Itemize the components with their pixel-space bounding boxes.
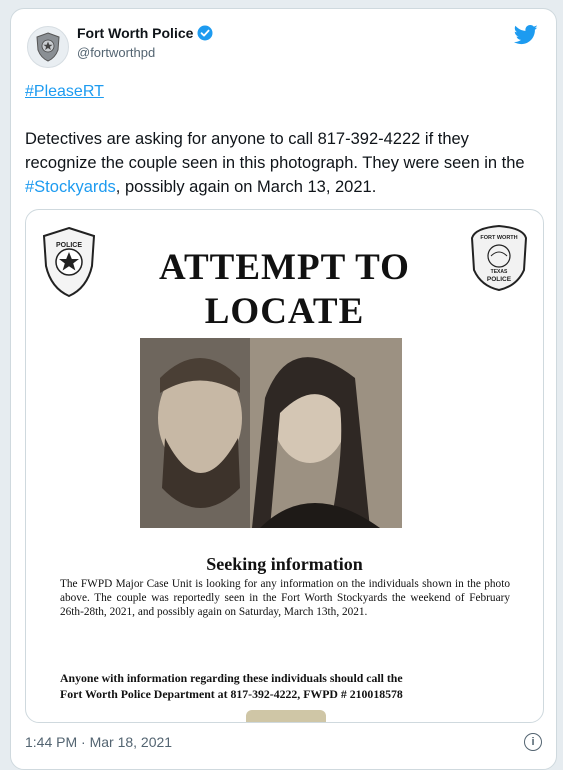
info-icon[interactable]: i [524,733,542,751]
tweet-timestamp[interactable]: 1:44 PM · Mar 18, 2021 [25,734,172,750]
avatar[interactable] [27,26,69,68]
right-badge-top-text: FORT WORTH [480,235,517,241]
hashtag-stockyards-link[interactable]: #Stockyards [25,178,116,196]
poster-paragraph: The FWPD Major Case Unit is looking for … [60,578,510,618]
tweet-text-part1: Detectives are asking for anyone to call… [25,130,525,172]
twitter-bird-icon[interactable] [513,25,538,50]
poster-title-line1: ATTEMPT TO [159,247,410,288]
author-name[interactable]: Fort Worth Police [77,25,213,41]
call-line-1: Anyone with information regarding these … [60,671,403,685]
couple-photo [140,338,402,528]
author-handle[interactable]: @fortworthpd [77,45,155,60]
tweet-text-part2: , possibly again on March 13, 2021. [115,178,377,196]
tweet-card: Fort Worth Police @fortworthpd #PleaseRT… [10,8,557,770]
tweet-media-image[interactable]: POLICE FORT WORTH TEXAS POLICE ATTEMPT T… [25,209,544,723]
poster-call-text: Anyone with information regarding these … [60,670,520,702]
seeking-heading: Seeking information [206,554,363,574]
bottom-badge-emblem [246,710,326,722]
poster-title-line2: LOCATE [204,291,365,332]
police-badge-icon [36,32,60,62]
call-line-2: Fort Worth Police Department at 817-392-… [60,687,403,701]
verified-icon [197,25,213,41]
hashtag-pleasert-link[interactable]: #PleaseRT [25,83,104,101]
author-name-text[interactable]: Fort Worth Police [77,25,193,41]
tweet-text: Detectives are asking for anyone to call… [25,127,545,199]
